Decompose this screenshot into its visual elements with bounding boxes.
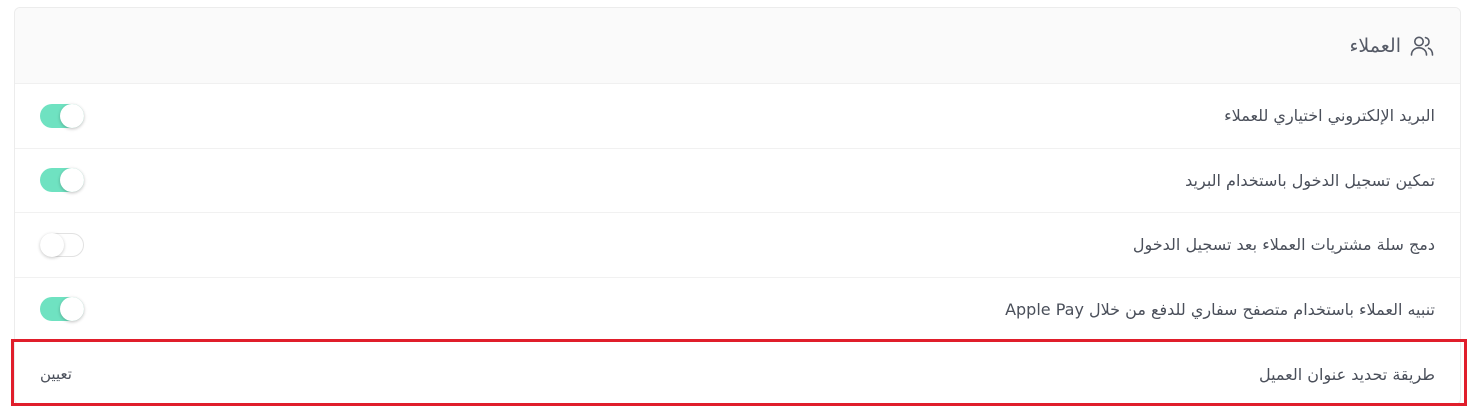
setting-label: تمكين تسجيل الدخول باستخدام البريد	[1185, 170, 1435, 190]
setting-row-email-login: تمكين تسجيل الدخول باستخدام البريد	[15, 149, 1460, 213]
toggle-knob	[60, 168, 84, 193]
toggle-knob	[60, 297, 84, 322]
email-login-toggle[interactable]	[40, 168, 84, 193]
setting-row-merge-cart: دمج سلة مشتريات العملاء بعد تسجيل الدخول	[15, 213, 1460, 278]
setting-label: طريقة تحديد عنوان العميل	[1258, 364, 1435, 384]
panel-title: العملاء	[1349, 34, 1402, 57]
assign-link[interactable]: تعيين	[40, 365, 72, 383]
setting-row-address-method: طريقة تحديد عنوان العميل تعيين	[15, 342, 1460, 404]
customers-settings-panel: العملاء البريد الإلكتروني اختياري للعملا…	[14, 7, 1461, 405]
optional-email-toggle[interactable]	[40, 103, 84, 128]
toggle-knob	[40, 232, 64, 257]
toggle-knob	[60, 103, 84, 128]
setting-row-apple-pay-alert: تنبيه العملاء باستخدام متصفح سفاري للدفع…	[15, 278, 1460, 342]
setting-row-optional-email: البريد الإلكتروني اختياري للعملاء	[15, 84, 1460, 149]
setting-label: تنبيه العملاء باستخدام متصفح سفاري للدفع…	[1005, 299, 1435, 319]
merge-cart-toggle[interactable]	[40, 232, 84, 257]
panel-header: العملاء	[15, 8, 1460, 84]
users-icon	[1409, 33, 1435, 59]
setting-label: البريد الإلكتروني اختياري للعملاء	[1224, 106, 1435, 126]
setting-label: دمج سلة مشتريات العملاء بعد تسجيل الدخول	[1132, 235, 1435, 255]
apple-pay-alert-toggle[interactable]	[40, 297, 84, 322]
